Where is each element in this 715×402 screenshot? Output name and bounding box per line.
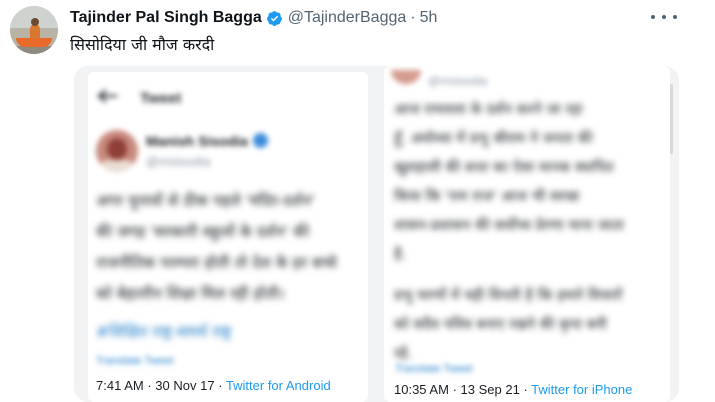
avatar-boat [16, 38, 52, 47]
quoted-time: 7:41 AM [96, 378, 144, 393]
meta-separator: · [452, 382, 457, 397]
header-separator: · [410, 9, 416, 26]
avatar-face [107, 138, 127, 160]
translate-tweet-link: Translate Tweet [96, 355, 174, 367]
body-line: प्रभु चरणों में यही विनती है कि हमारे वि… [394, 288, 623, 304]
body-line: की जगह 'सरकारी स्कूलों के दर्शन' की [96, 223, 310, 241]
quoted-verified-badge-icon [253, 133, 268, 148]
quoted-author-name: Manish Sisodia [146, 133, 248, 149]
screenshot-card-right: @msisodia आज रामलला के दर्शन करने जा रहा… [384, 66, 670, 402]
quoted-time: 10:35 AM [394, 382, 449, 397]
quoted-client: Twitter for Android [225, 378, 331, 393]
body-line: को सदैव पवित्र बनाए रखने की कृपा बनी [394, 317, 607, 333]
body-line: आज रामलला के दर्शन करने जा रहा [394, 102, 583, 118]
more-dot [662, 15, 666, 19]
sisodia-avatar [96, 130, 138, 172]
back-arrow-icon [97, 89, 117, 103]
quoted-tweet-body-continued: प्रभु चरणों में यही विनती है कि हमारे वि… [394, 282, 622, 369]
more-options-icon[interactable] [651, 8, 677, 26]
tweet-media-image[interactable]: Tweet Manish Sisodia @msisodia अगर चुनाव… [74, 66, 679, 402]
quoted-client: Twitter for iPhone [531, 382, 633, 397]
quoted-tweet-meta: 10:35 AM · 13 Sep 21 · Twitter for iPhon… [394, 382, 632, 397]
meta-separator: · [147, 378, 152, 393]
tweet-header: Tajinder Pal Singh Bagga @TajinderBagga … [70, 7, 437, 29]
author-handle[interactable]: @TajinderBagga [288, 9, 407, 27]
quoted-date: 13 Sep 21 [460, 382, 520, 397]
body-line: शासन-प्रशासन की सर्वोच्च प्रेरणा माना जा… [394, 218, 624, 234]
author-name[interactable]: Tajinder Pal Singh Bagga [70, 9, 262, 27]
tweet-text: सिसोदिया जी मौज करदी [70, 35, 215, 54]
body-line: को बेहतरीन शिक्षा मिल रही होती। [96, 285, 285, 303]
meta-separator: · [218, 378, 223, 393]
translate-tweet-link: Translate Tweet [395, 363, 473, 375]
quoted-tweet-meta: 7:41 AM · 30 Nov 17 · Twitter for Androi… [96, 378, 331, 393]
body-line: है. [394, 247, 407, 263]
body-line: हूँ. अयोध्या में प्रभु श्रीराम ने जनता क… [394, 131, 593, 147]
tweet-timestamp[interactable]: 5h [420, 9, 438, 27]
tweet: Tajinder Pal Singh Bagga @TajinderBagga … [0, 0, 715, 402]
quoted-date: 30 Nov 17 [155, 378, 215, 393]
avatar-shirt [100, 160, 134, 172]
quoted-tweet-body: आज रामलला के दर्शन करने जा रहा हूँ. अयोध… [394, 96, 624, 270]
card-header-title: Tweet [140, 90, 182, 107]
quoted-author-handle: @msisodia [146, 154, 211, 169]
body-line: राजनीतिक परम्परा होती तो देश के हर बच्चे [96, 254, 337, 272]
quoted-hashtags: #शिक्षित राष्ट्र-समर्थ राष्ट्र [96, 323, 232, 341]
body-line: खुशहाली की सत्ता का ऐसा मानक स्थापित [394, 160, 614, 176]
body-line: अगर चुनावों से ठीक पहले 'मंदिर-दर्शन' [96, 192, 315, 210]
body-line: किया कि 'राम राज' आज भी स्वच्छ [394, 189, 580, 205]
screenshot-card-left: Tweet Manish Sisodia @msisodia अगर चुनाव… [88, 72, 368, 402]
more-dot [673, 15, 677, 19]
more-dot [651, 15, 655, 19]
avatar-water [10, 46, 58, 54]
scrollbar-thumb [670, 84, 673, 154]
verified-badge-icon [266, 10, 282, 26]
meta-separator: · [523, 382, 528, 397]
quoted-author-handle: @msisodia [428, 74, 488, 88]
quoted-tweet-body: अगर चुनावों से ठीक पहले 'मंदिर-दर्शन' की… [96, 186, 337, 310]
sisodia-avatar-partial [391, 70, 421, 84]
author-avatar[interactable] [10, 6, 58, 54]
avatar-person-head [31, 18, 39, 26]
avatar-person [30, 24, 40, 39]
